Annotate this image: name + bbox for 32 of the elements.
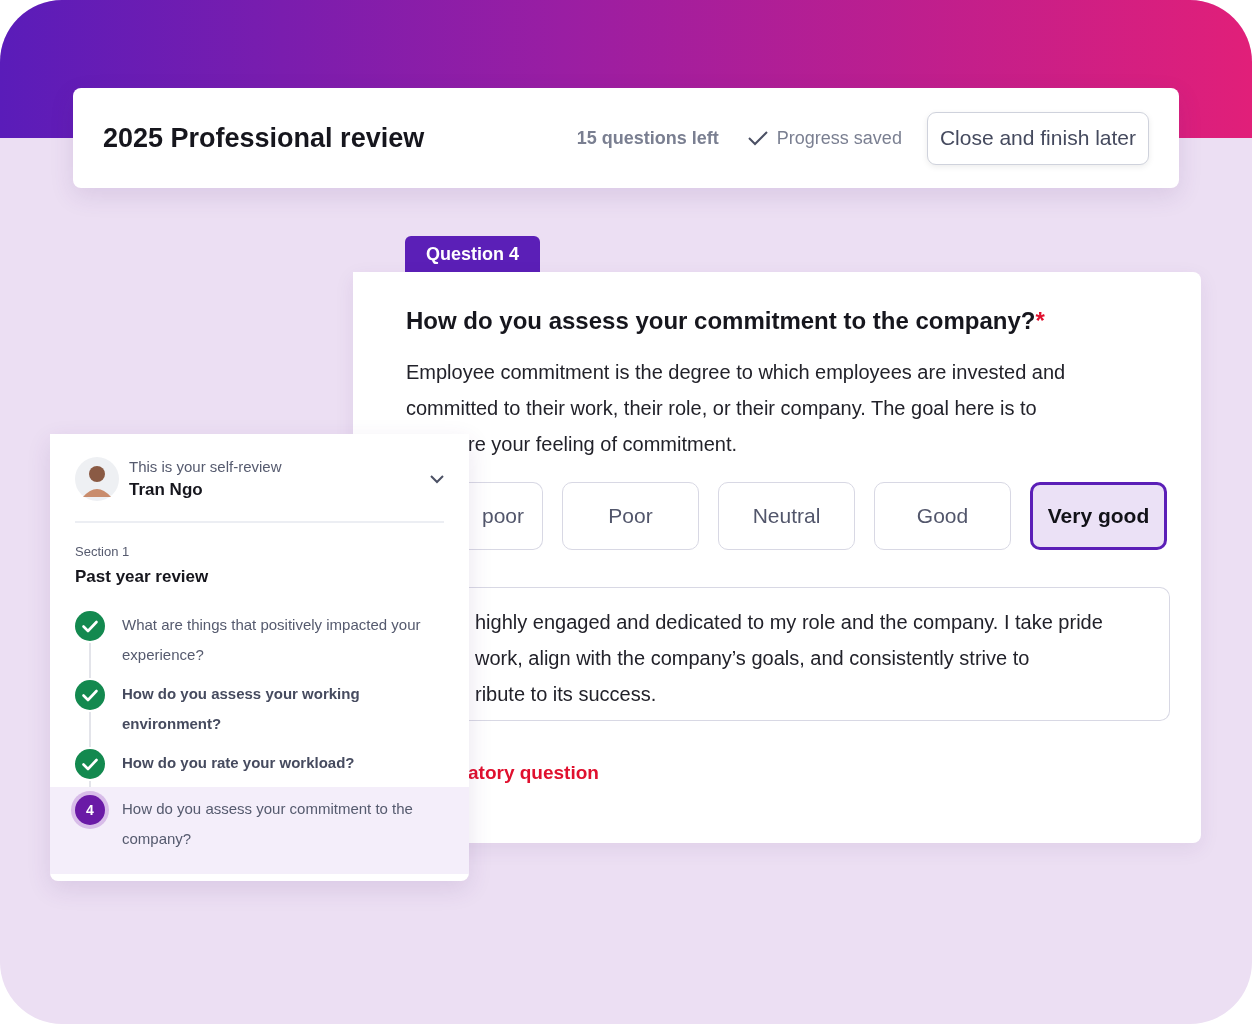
rating-option[interactable]: Good	[874, 482, 1011, 550]
person-name: Tran Ngo	[129, 480, 204, 500]
step-text: What are things that positively impacted your experience?	[122, 615, 422, 665]
check-icon	[746, 129, 769, 147]
check-circle-icon	[75, 680, 105, 710]
question-description: re your feeling of commitment.	[467, 432, 738, 457]
answer-field[interactable]: highly engaged and dedicated to my role and the company. I take pride work, align with the company’s goals, and consistently strive to ribute to its success.	[469, 587, 1170, 721]
question-title: How do you assess your commitment to the company?*	[406, 306, 1046, 336]
step-item[interactable]: How do you assess your working environment?	[50, 678, 469, 747]
rating-option[interactable]: poor	[469, 482, 543, 550]
self-review-label: This is your self-review	[129, 458, 283, 475]
avatar-icon	[75, 457, 119, 501]
step-item[interactable]: What are things that positively impacted your experience?	[50, 609, 469, 678]
step-text: How do you rate your workload?	[122, 753, 355, 773]
check-circle-icon	[75, 611, 105, 641]
review-title: 2025 Professional review	[103, 122, 426, 154]
check-circle-icon	[75, 749, 105, 779]
step-number: 4	[75, 795, 105, 825]
step-item[interactable]: How do you rate your workload?	[50, 747, 469, 787]
section-title: Past year review	[75, 567, 210, 587]
section-label: Section 1	[75, 544, 131, 559]
close-button[interactable]: Close and finish later	[926, 111, 1149, 165]
error-message: atory question	[467, 762, 600, 784]
questions-left: 15 questions left	[576, 127, 719, 149]
rating-option[interactable]: Very good	[1030, 482, 1167, 550]
step-item[interactable]: 4 How do you assess your commitment to the company?	[50, 787, 469, 874]
chevron-down-icon[interactable]	[430, 474, 444, 484]
rating-option[interactable]: Poor	[562, 482, 699, 550]
step-text: How do you assess your working environment?	[122, 684, 361, 734]
rating-option[interactable]: Neutral	[718, 482, 855, 550]
step-text: How do you assess your commitment to the company?	[122, 799, 414, 849]
progress-saved-status: Progress saved	[776, 127, 902, 149]
